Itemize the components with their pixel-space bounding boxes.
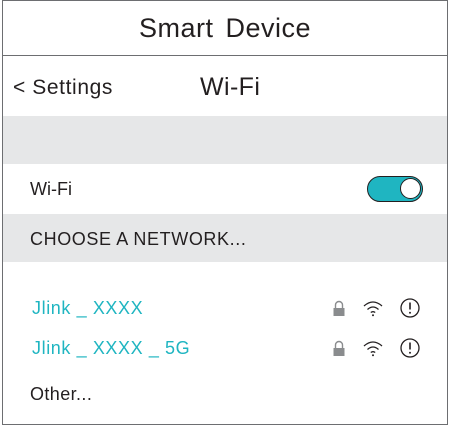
app-title-bar: Smart Device xyxy=(3,0,447,56)
section-header-label: CHOOSE A NETWORK... xyxy=(30,229,247,249)
app-title: Smart Device xyxy=(138,12,312,43)
network-item[interactable]: Jlink _ XXXX xyxy=(3,292,447,326)
network-item[interactable]: Jlink _ XXXX _ 5G xyxy=(3,332,447,366)
wifi-label: Wi-Fi xyxy=(30,179,72,199)
wifi-signal-icon[interactable] xyxy=(362,337,384,364)
wifi-toggle-row: Wi-Fi xyxy=(3,164,447,214)
info-icon[interactable] xyxy=(399,337,421,364)
info-icon[interactable] xyxy=(399,297,421,324)
network-name: Jlink _ XXXX _ 5G xyxy=(32,338,191,358)
wifi-toggle[interactable] xyxy=(367,176,423,202)
navigation-bar: < Settings Wi-Fi xyxy=(3,56,447,116)
other-network-item[interactable]: Other... xyxy=(30,384,92,405)
toggle-knob xyxy=(400,178,421,199)
device-screen: Smart Device < Settings Wi-Fi Wi-Fi CHOO… xyxy=(2,0,448,425)
lock-icon xyxy=(332,297,346,324)
back-to-settings-button[interactable]: < Settings xyxy=(13,76,113,100)
network-name: Jlink _ XXXX xyxy=(32,298,144,318)
choose-network-header: CHOOSE A NETWORK... xyxy=(3,214,447,262)
wifi-signal-icon[interactable] xyxy=(362,297,384,324)
lock-icon xyxy=(332,337,346,364)
section-spacer xyxy=(3,116,447,164)
page-title: Wi-Fi xyxy=(200,73,261,101)
